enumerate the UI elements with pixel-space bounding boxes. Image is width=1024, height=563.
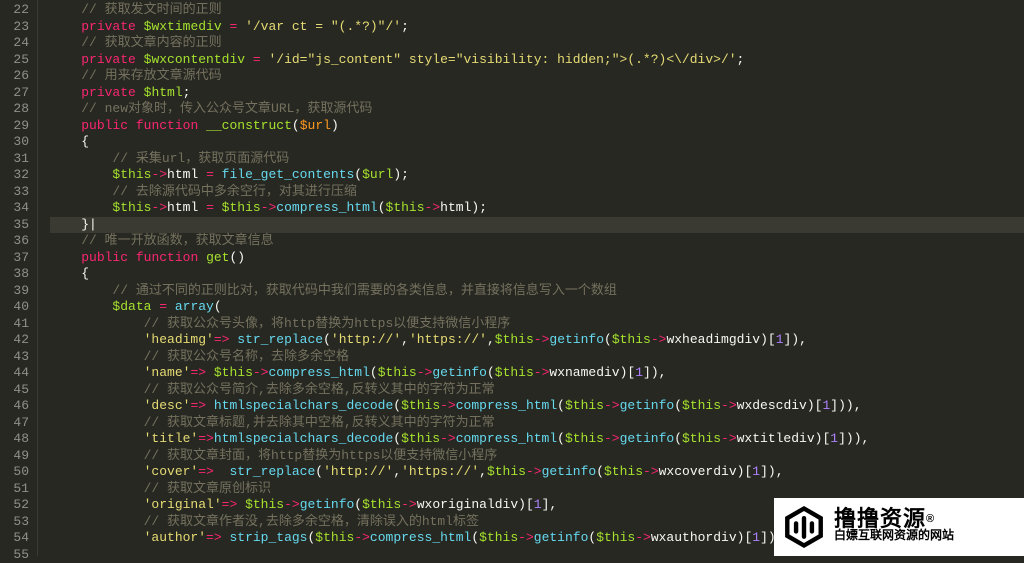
code-line[interactable]: // 用来存放文章源代码: [50, 68, 1024, 85]
code-line[interactable]: // 采集url，获取页面源代码: [50, 151, 1024, 168]
line-number-gutter: 2223242526272829303132333435363738394041…: [0, 0, 38, 556]
watermark-badge: 撸撸资源® 白嫖互联网资源的网站: [774, 498, 1024, 556]
code-area[interactable]: // 获取发文时间的正则 private $wxtimediv = '/var …: [38, 0, 1024, 556]
code-line[interactable]: 'cover'=> str_replace('http://','https:/…: [50, 464, 1024, 481]
code-line[interactable]: 'desc'=> htmlspecialchars_decode($this->…: [50, 398, 1024, 415]
code-line[interactable]: // 获取公众号简介,去除多余空格,反转义其中的字符为正常: [50, 382, 1024, 399]
code-line[interactable]: // 唯一开放函数，获取文章信息: [50, 233, 1024, 250]
code-line[interactable]: // 获取文章内容的正则: [50, 35, 1024, 52]
code-line[interactable]: 'name'=> $this->compress_html($this->get…: [50, 365, 1024, 382]
code-line[interactable]: private $wxtimediv = '/var ct = "(.*?)"/…: [50, 19, 1024, 36]
code-line[interactable]: public function get(): [50, 250, 1024, 267]
code-line[interactable]: $this->html = file_get_contents($url);: [50, 167, 1024, 184]
code-line[interactable]: // 获取文章封面，将http替换为https以便支持微信小程序: [50, 448, 1024, 465]
code-line[interactable]: public function __construct($url): [50, 118, 1024, 135]
code-line[interactable]: // 通过不同的正则比对，获取代码中我们需要的各类信息，并直接将信息写入一个数组: [50, 283, 1024, 300]
code-line[interactable]: $data = array(: [50, 299, 1024, 316]
code-line[interactable]: 'title'=>htmlspecialchars_decode($this->…: [50, 431, 1024, 448]
code-line[interactable]: // 去除源代码中多余空行，对其进行压缩: [50, 184, 1024, 201]
code-line[interactable]: $this->html = $this->compress_html($this…: [50, 200, 1024, 217]
code-line[interactable]: private $html;: [50, 85, 1024, 102]
code-line[interactable]: 'headimg'=> str_replace('http://','https…: [50, 332, 1024, 349]
code-line[interactable]: // 获取公众号名称，去除多余空格: [50, 349, 1024, 366]
code-line[interactable]: private $wxcontentdiv = '/id="js_content…: [50, 52, 1024, 69]
code-line[interactable]: {: [50, 266, 1024, 283]
code-line[interactable]: {: [50, 134, 1024, 151]
watermark-subtitle: 白嫖互联网资源的网站: [834, 527, 954, 544]
code-editor[interactable]: 2223242526272829303132333435363738394041…: [0, 0, 1024, 556]
code-line[interactable]: // 获取文章原创标识: [50, 481, 1024, 498]
code-line[interactable]: // 获取公众号头像，将http替换为https以便支持微信小程序: [50, 316, 1024, 333]
code-line[interactable]: // new对象时，传入公众号文章URL，获取源代码: [50, 101, 1024, 118]
code-line[interactable]: }|: [50, 217, 1024, 234]
code-line[interactable]: // 获取发文时间的正则: [50, 2, 1024, 19]
watermark-logo-icon: [782, 505, 826, 549]
watermark-title: 撸撸资源®: [834, 511, 954, 528]
code-line[interactable]: // 获取文章标题,并去除其中空格,反转义其中的字符为正常: [50, 415, 1024, 432]
